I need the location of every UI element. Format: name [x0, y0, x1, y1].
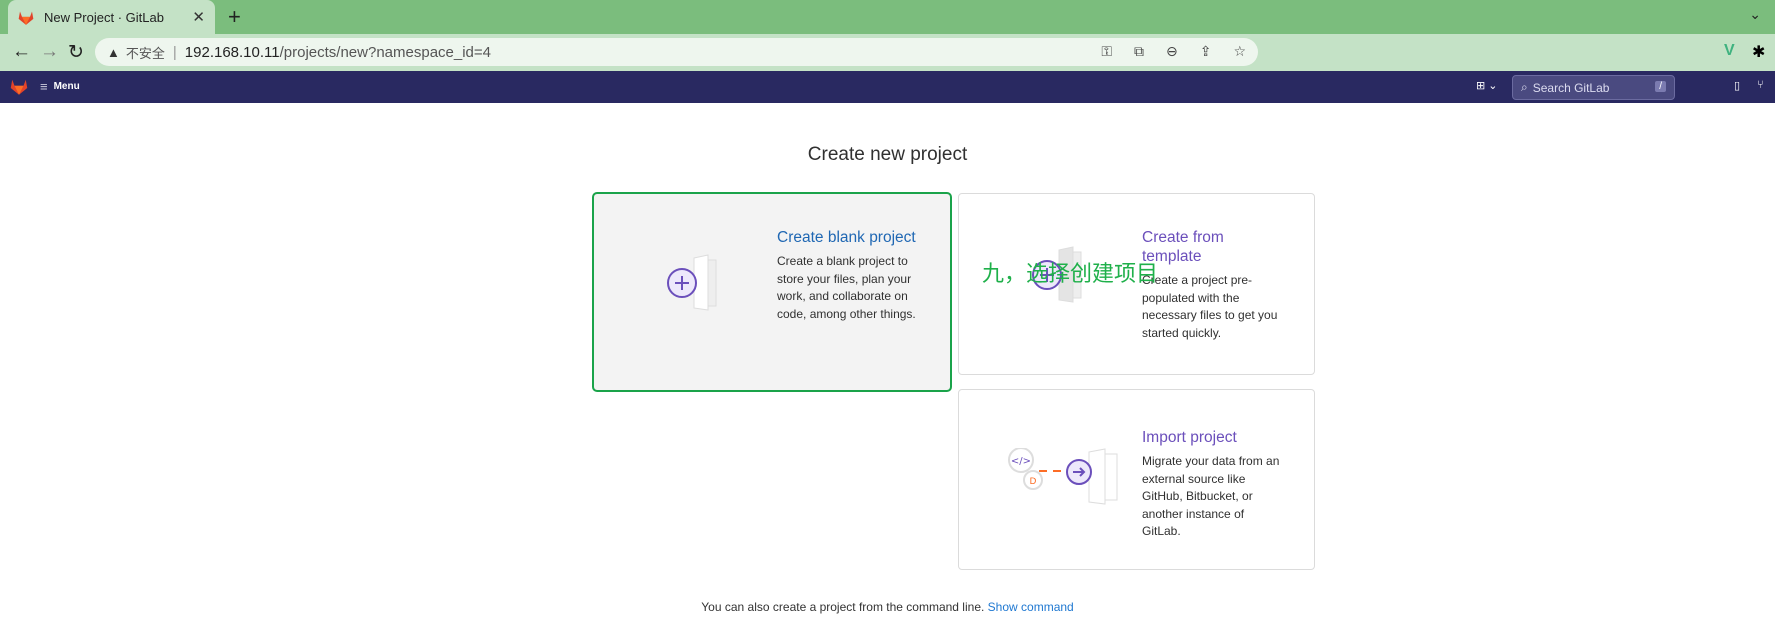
card-title: Create from template — [1142, 229, 1224, 265]
card-description: Create a blank project to store your fil… — [777, 254, 916, 321]
browser-tab[interactable]: New Project · GitLab ✕ — [8, 0, 215, 34]
zoom-out-icon[interactable]: ⊖ — [1166, 43, 1178, 60]
share-icon[interactable]: ⇪ — [1200, 43, 1212, 60]
import-project-card[interactable]: </> D Import project Migrate your data f… — [958, 389, 1315, 570]
tab-title: New Project · GitLab — [44, 9, 164, 25]
card-description: Migrate your data from an external sourc… — [1142, 454, 1280, 538]
annotation-text: 九，选择创建项目 — [982, 261, 1159, 286]
card-description: Create a project pre-populated with the … — [1142, 273, 1278, 340]
new-dropdown-icon[interactable]: ⊞ ⌄ — [1476, 79, 1498, 92]
menu-button[interactable]: ≡ Menu — [40, 79, 80, 94]
footer-text: You can also create a project from the c… — [701, 600, 985, 614]
gitlab-navbar: ≡ Menu ⊞ ⌄ ⌕ Search GitLab / ▯ ⑂ — [0, 71, 1775, 103]
hamburger-icon: ≡ — [40, 79, 48, 94]
security-label: 不安全 — [125, 45, 165, 61]
svg-text:D: D — [1030, 477, 1037, 487]
card-title: Import project — [1142, 429, 1237, 446]
search-placeholder: Search GitLab — [1532, 80, 1610, 95]
extensions-icon[interactable]: ✱ — [1752, 42, 1765, 62]
issues-icon[interactable]: ▯ — [1734, 79, 1740, 92]
translate-icon[interactable]: ⧉ — [1134, 43, 1144, 60]
url-host: 192.168.10.11 — [184, 43, 280, 61]
menu-label: Menu — [53, 81, 80, 92]
close-tab-icon[interactable]: ✕ — [192, 8, 205, 26]
browser-tab-bar: New Project · GitLab ✕ + ⌄ — [0, 0, 1775, 34]
merge-requests-icon[interactable]: ⑂ — [1757, 79, 1764, 91]
gitlab-favicon-icon — [18, 11, 34, 25]
star-icon[interactable]: ☆ — [1233, 43, 1246, 60]
page-title: Create new project — [807, 144, 968, 165]
divider: | — [172, 43, 177, 61]
create-blank-project-card[interactable]: Create blank project Create a blank proj… — [592, 192, 952, 392]
gitlab-logo-icon[interactable] — [10, 78, 28, 95]
warning-icon: ▲ — [107, 44, 120, 60]
back-icon[interactable]: ← — [12, 41, 31, 63]
address-bar[interactable]: ▲ 不安全 | 192.168.10.11 /projects/new?name… — [95, 38, 1258, 66]
card-title: Create blank project — [777, 229, 916, 246]
import-project-icon: </> D — [1008, 448, 1118, 505]
blank-project-icon — [667, 254, 717, 311]
reload-icon[interactable]: ↻ — [68, 41, 84, 64]
chevron-down-icon[interactable]: ⌄ — [1749, 6, 1761, 23]
key-icon[interactable]: ⚿ — [1101, 43, 1112, 60]
new-tab-icon[interactable]: + — [228, 4, 241, 30]
search-input[interactable]: ⌕ Search GitLab / — [1512, 75, 1675, 100]
address-row: ← → ↻ ▲ 不安全 | 192.168.10.11 /projects/ne… — [0, 34, 1775, 71]
command-line-hint: You can also create a project from the c… — [0, 600, 1775, 614]
svg-text:</>: </> — [1011, 456, 1031, 467]
vue-extension-icon[interactable]: V — [1724, 42, 1735, 60]
show-command-link[interactable]: Show command — [988, 600, 1074, 614]
forward-icon[interactable]: → — [40, 41, 59, 63]
url-path: /projects/new?namespace_id=4 — [279, 43, 491, 61]
search-icon: ⌕ — [1521, 80, 1528, 94]
search-shortcut: / — [1655, 81, 1666, 92]
